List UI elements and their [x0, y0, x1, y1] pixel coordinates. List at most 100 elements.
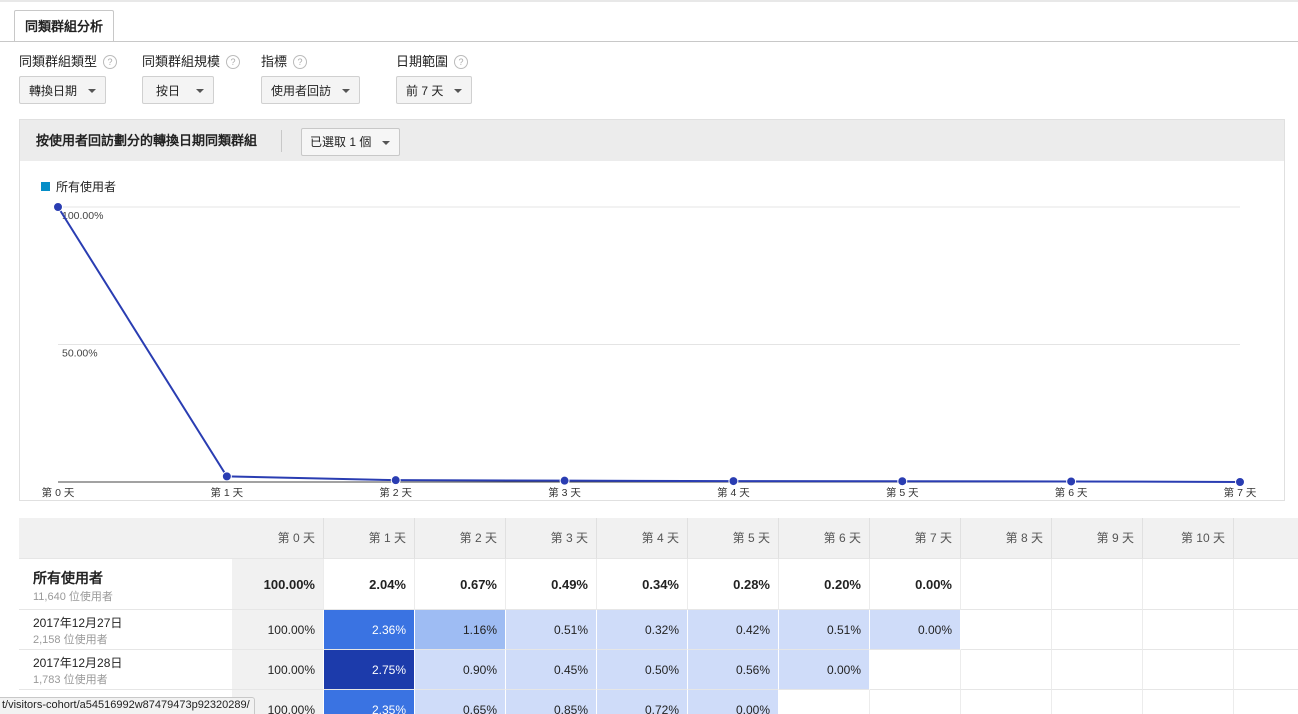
summary-cell: 0.67%: [415, 559, 506, 610]
cohort-cell[interactable]: 0.56%: [688, 650, 779, 690]
cohort-cell[interactable]: 0.90%: [415, 650, 506, 690]
cohort-type-control: 同類群組類型? 轉換日期: [19, 53, 118, 104]
retention-line-chart: 100.00% 50.00% 第 0 天 第 1 天 第 2 天 第 3 天 第 4 天 第 …: [42, 202, 1257, 499]
x-tick-label: 第 4 天: [717, 486, 750, 499]
metric-label: 指標: [261, 54, 288, 69]
cohort-cell[interactable]: 2.35%: [324, 690, 415, 714]
cohort-cell[interactable]: 0.51%: [506, 610, 597, 650]
cohort-cell[interactable]: 100.00%: [232, 650, 324, 690]
cohort-row[interactable]: 2017年12月27日 2,158 位使用者 100.00% 2.36% 1.16% 0.…: [19, 610, 1298, 650]
summary-label-cell: 所有使用者 11,640 位使用者: [19, 559, 232, 610]
cohort-size-dropdown[interactable]: 按日: [142, 76, 214, 104]
x-tick-label: 第 0 天: [42, 486, 75, 499]
column-header: 第 1 天: [324, 518, 415, 559]
column-header: 第 8 天: [961, 518, 1052, 559]
help-icon[interactable]: ?: [293, 55, 308, 69]
summary-cell: 0.28%: [688, 559, 779, 610]
cohort-cell: [870, 690, 961, 714]
cohort-cell[interactable]: 0.45%: [506, 650, 597, 690]
cohort-cell[interactable]: 0.00%: [779, 650, 870, 690]
date-range-control: 日期範圍? 前 7 天: [396, 53, 472, 104]
cohort-cell: [779, 690, 870, 714]
dropdown-caret-icon: [342, 89, 350, 93]
cohort-cell: [1143, 690, 1234, 714]
cohort-size-control: 同類群組規模? 按日: [142, 53, 241, 104]
cohort-date-label: 2017年12月28日: [33, 656, 123, 670]
date-range-label: 日期範圍: [396, 54, 449, 69]
cohort-cell[interactable]: 0.42%: [688, 610, 779, 650]
cohort-type-label: 同類群組類型: [19, 54, 98, 69]
table-summary-row: 所有使用者 11,640 位使用者 100.00% 2.04% 0.67% 0.49% 0.…: [19, 559, 1298, 610]
data-point: [1066, 476, 1077, 487]
cohort-cell: [1143, 650, 1234, 690]
cohort-cell: [1234, 610, 1298, 650]
cohort-cell[interactable]: 0.72%: [597, 690, 688, 714]
cohort-label-cell: 2017年12月28日 1,783 位使用者: [19, 650, 232, 690]
cohort-cell: [1234, 690, 1298, 714]
cohort-cell[interactable]: 0.51%: [779, 610, 870, 650]
tab-divider: [0, 41, 1298, 42]
metric-value: 使用者回訪: [271, 84, 332, 98]
cohort-cell[interactable]: 0.00%: [688, 690, 779, 714]
cohort-cell: [1143, 610, 1234, 650]
cohort-type-dropdown[interactable]: 轉換日期: [19, 76, 106, 104]
help-icon[interactable]: ?: [103, 55, 118, 69]
table-header-label-cell: [19, 518, 232, 559]
cohort-date-label: 2017年12月27日: [33, 616, 123, 630]
x-tick-label: 第 3 天: [548, 486, 581, 499]
metric-control: 指標? 使用者回訪: [261, 53, 360, 104]
cohort-row[interactable]: 2017年12月28日 1,783 位使用者 100.00% 2.75% 0.90% 0.…: [19, 650, 1298, 690]
cohort-size-value: 按日: [156, 84, 181, 98]
cohort-cell[interactable]: 0.50%: [597, 650, 688, 690]
data-point: [53, 202, 63, 212]
cohort-label-cell: 2017年12月27日 2,158 位使用者: [19, 610, 232, 650]
summary-cell: 2.04%: [324, 559, 415, 610]
data-point: [897, 476, 908, 487]
summary-cell: [1052, 559, 1143, 610]
cohort-cell: [961, 610, 1052, 650]
dropdown-caret-icon: [196, 89, 204, 93]
cohort-cell[interactable]: 1.16%: [415, 610, 506, 650]
tab-cohort-analysis[interactable]: 同類群組分析: [14, 10, 115, 41]
help-icon[interactable]: ?: [226, 55, 241, 69]
summary-cell: 100.00%: [232, 559, 324, 610]
cohort-cell[interactable]: 0.00%: [870, 610, 961, 650]
cohort-cell: [1052, 650, 1143, 690]
summary-cell: 0.49%: [506, 559, 597, 610]
chart-panel: 按使用者回訪劃分的轉換日期同類群組 已選取 1 個 所有使用者 100.00% 5…: [19, 119, 1285, 501]
summary-cell: 0.34%: [597, 559, 688, 610]
table-header-row: 第 0 天第 1 天第 2 天第 3 天第 4 天第 5 天第 6 天第 7 天…: [19, 518, 1298, 559]
column-header: 第 9 天: [1052, 518, 1143, 559]
summary-user-count: 11,640 位使用者: [33, 591, 113, 603]
summary-cell: 0.00%: [870, 559, 961, 610]
data-point: [728, 476, 739, 487]
x-tick-label: 第 1 天: [211, 486, 244, 499]
data-point: [221, 471, 232, 482]
cohort-cell: [1234, 650, 1298, 690]
column-header: 第 5 天: [688, 518, 779, 559]
date-range-dropdown[interactable]: 前 7 天: [396, 76, 472, 104]
cohort-cell[interactable]: 0.65%: [415, 690, 506, 714]
column-header: 第 4 天: [597, 518, 688, 559]
cohort-cell: [870, 650, 961, 690]
cohort-cell[interactable]: 100.00%: [232, 610, 324, 650]
data-point: [390, 475, 401, 486]
cohort-cell[interactable]: 2.75%: [324, 650, 415, 690]
help-icon[interactable]: ?: [454, 55, 469, 69]
x-tick-label: 第 5 天: [886, 486, 919, 499]
summary-cell: [961, 559, 1052, 610]
dropdown-caret-icon: [88, 89, 96, 93]
y-tick-label: 50.00%: [62, 348, 98, 360]
cohort-cell[interactable]: 0.32%: [597, 610, 688, 650]
column-header: 第 10 天: [1143, 518, 1234, 559]
cohort-cell[interactable]: 0.85%: [506, 690, 597, 714]
cohort-cell: [961, 690, 1052, 714]
status-bar-url: t/visitors-cohort/a54516992w87479473p923…: [0, 697, 255, 714]
x-tick-label: 第 6 天: [1055, 486, 1088, 499]
cohort-cell[interactable]: 2.36%: [324, 610, 415, 650]
metric-dropdown[interactable]: 使用者回訪: [261, 76, 360, 104]
data-point: [559, 475, 570, 486]
column-header: 第 6 天: [779, 518, 870, 559]
dropdown-caret-icon: [454, 89, 462, 93]
cohort-table: 第 0 天第 1 天第 2 天第 3 天第 4 天第 5 天第 6 天第 7 天…: [19, 518, 1298, 714]
